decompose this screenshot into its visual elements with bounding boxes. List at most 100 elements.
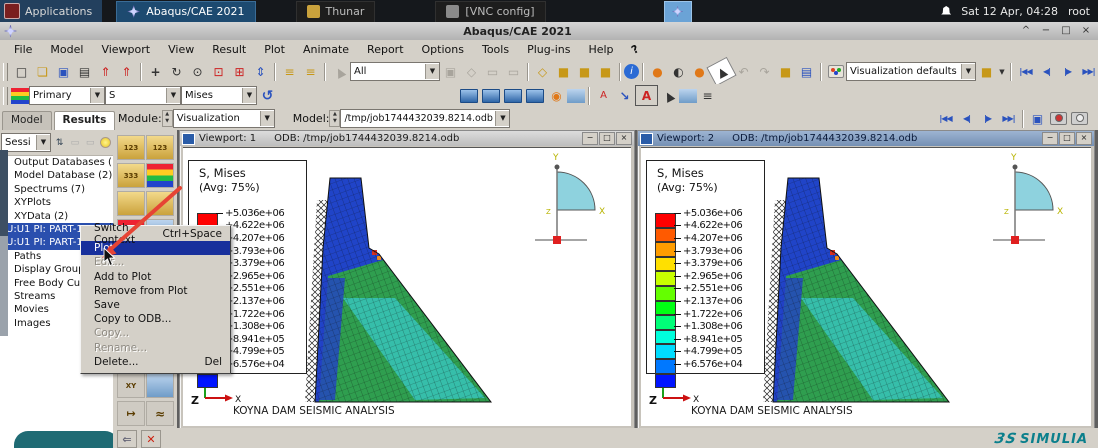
color-code-combo[interactable]: Visualization defaults ▼	[846, 62, 976, 81]
prompt-cancel-button[interactable]: ✕	[141, 430, 161, 448]
taskbar-item-thunar[interactable]: Thunar	[295, 0, 376, 23]
menu-plot[interactable]: Plot	[256, 42, 293, 57]
undeformed-plot-button[interactable]: 123	[117, 135, 145, 160]
view-cut-half-button[interactable]: ◐	[668, 62, 689, 81]
notification-bell-icon[interactable]	[941, 6, 952, 15]
cycle-views-button[interactable]: ⇕	[250, 62, 271, 81]
camera-snapshot-icon[interactable]	[1069, 109, 1090, 128]
menu-item-save[interactable]: Save	[81, 298, 230, 312]
create-icon[interactable]: ▭	[68, 136, 81, 150]
model-combo[interactable]: /tmp/job1744432039.8214.odb ▼	[340, 109, 511, 128]
animation-options-button[interactable]: ▣	[1027, 109, 1048, 128]
chevron-down-icon[interactable]: ▼	[997, 62, 1007, 81]
measure-button[interactable]: ▭	[503, 62, 524, 81]
viewport-close-button[interactable]: ×	[1076, 132, 1092, 145]
pan-view-button[interactable]: +	[145, 62, 166, 81]
menu-model[interactable]: Model	[42, 42, 91, 57]
xy-data-table-button[interactable]: XY	[117, 373, 145, 398]
first-frame-button[interactable]: |◀◀	[935, 109, 956, 128]
field-variable-combo[interactable]: S ▼	[105, 86, 181, 105]
selection-filter-combo[interactable]: All ▼	[350, 62, 440, 81]
viewport-maximize-button[interactable]: □	[1059, 132, 1075, 145]
edit-icon[interactable]: ▭	[84, 136, 97, 150]
text-annotation-button[interactable]: A	[635, 85, 658, 106]
previous-frame-button[interactable]: ◀|	[956, 109, 977, 128]
auto-fit-button[interactable]: ⊞	[229, 62, 250, 81]
attach-database-button[interactable]: ⇑	[95, 62, 116, 81]
probe-arrow-button[interactable]: ↘	[614, 86, 635, 105]
viewport-layout-vertical-button[interactable]	[526, 88, 544, 103]
color-cube-button[interactable]: ■	[976, 62, 997, 81]
menu-plugins[interactable]: Plug-ins	[519, 42, 578, 57]
palette-icon[interactable]	[825, 62, 846, 81]
minimize-button[interactable]: −	[1038, 24, 1054, 38]
viewport-annotation-button[interactable]	[567, 88, 585, 103]
box-zoom-button[interactable]: ⊡	[208, 62, 229, 81]
menu-item-copy-to-odb[interactable]: Copy to ODB...	[81, 312, 230, 326]
workspace-switcher[interactable]	[663, 0, 692, 23]
menu-view[interactable]: View	[160, 42, 202, 57]
chevron-down-icon[interactable]: ▼	[259, 111, 274, 126]
menu-tools[interactable]: Tools	[474, 42, 517, 57]
viewport-close-button[interactable]: ×	[616, 132, 632, 145]
viewport-layout-cascade-button[interactable]	[482, 88, 500, 103]
field-output-dialog-button[interactable]	[11, 87, 29, 104]
menu-item-rename[interactable]: Rename...	[81, 341, 230, 355]
maximize-button[interactable]: □	[1058, 24, 1074, 38]
viewport-2-titlebar[interactable]: Viewport: 2 ODB: /tmp/job1744432039.8214…	[638, 131, 1094, 146]
chevron-down-icon[interactable]: ▼	[242, 88, 256, 103]
chevron-down-icon[interactable]: ▼	[425, 64, 439, 79]
menu-options[interactable]: Options	[414, 42, 472, 57]
last-frame-button[interactable]: ▶▶|	[1078, 62, 1098, 81]
viewport-minimize-button[interactable]: −	[1042, 132, 1058, 145]
menu-report[interactable]: Report	[359, 42, 411, 57]
print-button[interactable]: ▤	[74, 62, 95, 81]
module-combo[interactable]: Visualization ▼	[172, 109, 275, 128]
view-cut-button[interactable]: ●	[647, 62, 668, 81]
viewport-1-window[interactable]: Viewport: 1 ODB: /tmp/job1744432039.8214…	[179, 130, 635, 430]
tree-item-output-databases[interactable]: Output Databases (1)	[0, 156, 113, 169]
shade-button[interactable]: ^	[1018, 24, 1034, 38]
perspective-cube-button[interactable]: ■	[553, 62, 574, 81]
menu-item-add-to-plot[interactable]: Add to Plot	[81, 270, 230, 284]
module-spinner[interactable]: ▲ ▼	[161, 110, 173, 127]
context-help-icon[interactable]: ?	[621, 38, 648, 62]
save-button[interactable]: ▣	[53, 62, 74, 81]
viewport-2-canvas[interactable]: Y X Z Z X Y KOYNA DAM SEISM	[641, 147, 1091, 426]
wire-cube-button[interactable]: ◇	[532, 62, 553, 81]
screen-capture-button[interactable]: ▤	[796, 62, 817, 81]
group-button[interactable]: ▭	[482, 62, 503, 81]
chevron-down-icon[interactable]: ▼	[36, 135, 50, 150]
viewport-1-canvas[interactable]: Y X Z Z X Y KOYN	[183, 147, 631, 426]
annotation-manager-button[interactable]	[679, 88, 697, 103]
menu-help[interactable]: Help	[580, 42, 621, 57]
next-frame-button[interactable]: |▶	[1057, 62, 1078, 81]
deformed-plot-button[interactable]: 123	[146, 135, 174, 160]
parallel-cube-button[interactable]: ■	[595, 62, 616, 81]
prompt-back-button[interactable]: ⇐	[117, 430, 137, 448]
cycle-items-icon[interactable]: ⇅	[53, 136, 66, 150]
applications-menu[interactable]: Applications	[0, 0, 103, 22]
annotate-arrow-button[interactable]: A	[593, 86, 614, 105]
menu-animate[interactable]: Animate	[295, 42, 357, 57]
attach-model-button[interactable]: ⇑	[116, 62, 137, 81]
open-odb-button[interactable]: ❏	[32, 62, 53, 81]
first-frame-button[interactable]: |◀◀	[1015, 62, 1036, 81]
view-cut-sphere-button[interactable]: ●	[689, 62, 710, 81]
viewport-maximize-button[interactable]: □	[599, 132, 615, 145]
magnify-view-button[interactable]: ⊙	[187, 62, 208, 81]
chevron-down-icon[interactable]: ▼	[166, 88, 180, 103]
menu-item-remove-from-plot[interactable]: Remove from Plot	[81, 284, 230, 298]
query-button[interactable]: ▣	[440, 62, 461, 81]
linked-viewports-button[interactable]: ◇	[461, 62, 482, 81]
tab-results[interactable]: Results	[53, 111, 116, 130]
viewport-layout-single-button[interactable]	[460, 88, 478, 103]
sync-frames-icon[interactable]: ↺	[257, 86, 278, 105]
rotate-view-button[interactable]: ↻	[166, 62, 187, 81]
viewport-minimize-button[interactable]: −	[582, 132, 598, 145]
menu-item-delete[interactable]: Delete... Del	[81, 355, 230, 369]
camera-movie-icon[interactable]	[1048, 109, 1069, 128]
previous-frame-button[interactable]: ◀|	[1036, 62, 1057, 81]
taskbar-item-vnc-config[interactable]: [VNC config]	[435, 0, 546, 23]
view-compass[interactable]: Y X Z	[993, 153, 1063, 244]
